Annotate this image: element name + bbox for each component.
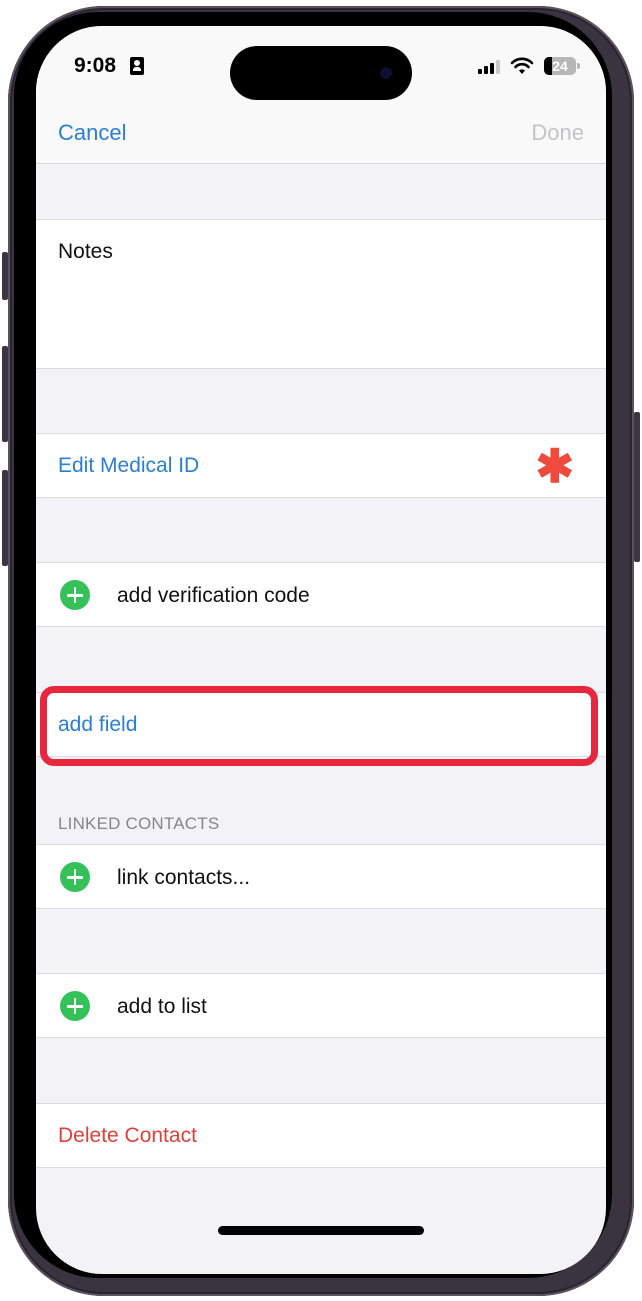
add-verification-code-label: add verification code <box>117 584 310 607</box>
add-icon <box>60 862 90 892</box>
battery-level: 24 <box>552 58 568 74</box>
delete-contact-label: Delete Contact <box>58 1124 197 1147</box>
contact-card-icon <box>130 57 144 75</box>
status-time: 9:08 <box>74 54 117 77</box>
battery-icon: 24 <box>544 57 576 75</box>
notes-field[interactable]: Notes <box>36 219 606 369</box>
link-contacts-row[interactable]: link contacts... <box>36 844 606 909</box>
volume-down-button <box>2 470 8 566</box>
add-field-row[interactable]: add field <box>36 692 606 757</box>
add-to-list-row[interactable]: add to list <box>36 973 606 1038</box>
done-button[interactable]: Done <box>531 120 584 146</box>
home-indicator[interactable] <box>218 1226 424 1235</box>
add-field-label: add field <box>58 713 138 736</box>
edit-medical-id-label: Edit Medical ID <box>58 454 200 477</box>
add-icon <box>60 580 90 610</box>
cancel-button[interactable]: Cancel <box>58 120 126 146</box>
power-button <box>634 412 640 562</box>
volume-up-button <box>2 346 8 442</box>
add-to-list-label: add to list <box>117 995 207 1018</box>
link-contacts-label: link contacts... <box>117 866 251 889</box>
linked-contacts-header: LINKED CONTACTS <box>58 814 220 833</box>
add-verification-code-row[interactable]: add verification code <box>36 562 606 627</box>
edit-medical-id-row[interactable]: Edit Medical ID ✱ <box>36 433 606 498</box>
navigation-bar: Cancel Done <box>36 106 606 164</box>
dynamic-island <box>230 46 412 100</box>
notes-label: Notes <box>58 240 113 263</box>
battery-tip <box>577 63 580 69</box>
medical-asterisk-icon: ✱ <box>535 440 574 492</box>
action-button <box>2 252 8 300</box>
delete-contact-row[interactable]: Delete Contact <box>36 1103 606 1168</box>
camera-icon <box>380 67 392 79</box>
screen: 9:08 24 Cancel Done Notes Edit Medical I… <box>36 26 606 1274</box>
add-icon <box>60 991 90 1021</box>
signal-icon <box>478 60 502 74</box>
status-bar: 9:08 24 <box>36 26 606 106</box>
wifi-icon <box>510 57 534 74</box>
